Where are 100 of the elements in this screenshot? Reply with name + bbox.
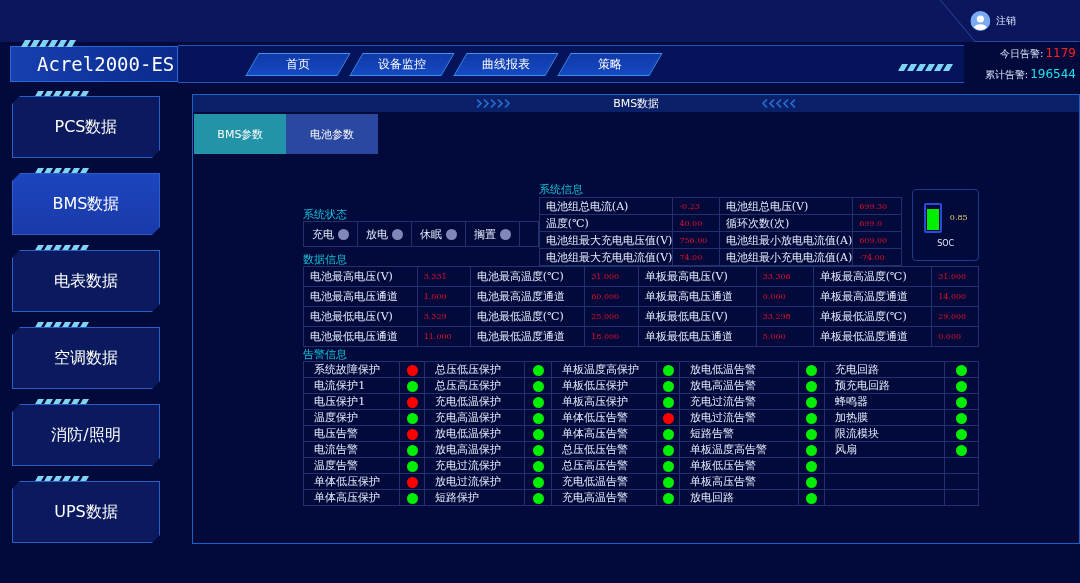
tab[interactable]: BMS参数 xyxy=(194,114,287,154)
table-cell: 限流模块 xyxy=(824,425,945,442)
table-cell: 单板高压告警 xyxy=(679,473,799,490)
section-title: 系统状态 xyxy=(303,209,349,221)
table-cell: 电池组总电流(A) xyxy=(539,197,673,215)
table-cell: 电池最高温度通道 xyxy=(470,286,585,307)
value-cell: 0.000 xyxy=(756,286,814,307)
sidebar-item[interactable]: BMS数据 xyxy=(12,173,160,235)
status-label: 搁置 xyxy=(474,226,497,242)
table-cell: 风扇 xyxy=(824,441,945,458)
table-cell: 电池组最小放电电流值(A) xyxy=(719,231,853,249)
value-cell: 0.000 xyxy=(931,326,979,347)
table-cell: 单板低压告警 xyxy=(679,457,799,474)
table-cell: 电流保护1 xyxy=(303,377,400,394)
value-cell: 609.00 xyxy=(852,231,902,249)
table-cell: 单板最高温度通道 xyxy=(813,286,932,307)
stripes-decoration xyxy=(898,64,956,71)
value-cell: 60.000 xyxy=(584,286,639,307)
nav-tab[interactable]: 曲线报表 xyxy=(453,52,559,76)
table-cell: 充电高温保护 xyxy=(424,409,525,426)
table-cell: 充电低温告警 xyxy=(551,473,657,490)
alarm-count: 1179 xyxy=(1045,46,1076,60)
table-cell: 温度告警 xyxy=(303,457,400,474)
avatar-icon[interactable] xyxy=(969,10,990,31)
status-label: 充电 xyxy=(312,226,335,242)
table-cell: 短路保护 xyxy=(424,489,525,506)
soc-label: SOC xyxy=(937,238,955,248)
table-cell: 电池最低电压通道 xyxy=(303,326,418,347)
value-cell: 5.000 xyxy=(756,326,814,347)
table-cell: 电压保护1 xyxy=(303,393,400,410)
value-cell: 40.00 xyxy=(672,214,720,232)
value-cell: 1.000 xyxy=(417,286,471,307)
section-title: 数据信息 xyxy=(303,254,349,266)
value-cell: 29.000 xyxy=(931,306,979,327)
table-cell: 预充电回路 xyxy=(824,377,945,394)
table-cell: 单板最高电压(V) xyxy=(638,266,757,287)
table-cell: 充电低温保护 xyxy=(424,393,525,410)
table-cell: 总压高压保护 xyxy=(424,377,525,394)
alarm-label: 累计告警: xyxy=(984,68,1029,82)
sidebar-item[interactable]: 电表数据 xyxy=(12,250,160,312)
table-cell: 单板温度高保护 xyxy=(551,361,657,378)
sidebar-item[interactable]: 消防/照明 xyxy=(12,404,160,466)
table-cell: 充电回路 xyxy=(824,361,945,378)
value-cell: 74.00 xyxy=(672,248,720,266)
alarm-label: 今日告警: xyxy=(1000,47,1044,61)
soc-reading: 0.85 xyxy=(949,213,968,222)
table-cell: 单板最高温度(℃) xyxy=(813,266,932,287)
table-cell: 电池组最大充电电流值(V) xyxy=(539,248,673,266)
table-cell: 短路告警 xyxy=(679,425,799,442)
table-cell: 蜂鸣器 xyxy=(824,393,945,410)
battery-icon xyxy=(923,202,942,233)
value-cell: 33.306 xyxy=(756,266,814,287)
panel-title: BMS数据 xyxy=(613,96,660,111)
value-cell: 756.00 xyxy=(672,231,720,249)
table-cell: 电池最高电压(V) xyxy=(303,266,418,287)
table-cell: 单板低压保护 xyxy=(551,377,657,394)
sidebar-item[interactable]: PCS数据 xyxy=(12,96,160,158)
table-cell: 充电高温告警 xyxy=(551,489,657,506)
table-cell: 电池最低温度(℃) xyxy=(470,306,585,327)
value-cell: -74.00 xyxy=(852,248,902,266)
alarm-count: 196544 xyxy=(1030,67,1076,81)
chevrons-icon xyxy=(759,99,796,108)
logout-link[interactable]: 注销 xyxy=(995,13,1016,28)
value-cell: 3.329 xyxy=(417,306,471,327)
table-cell: 放电过流告警 xyxy=(679,409,799,426)
table-cell: 单板最低温度通道 xyxy=(813,326,932,347)
table-cell: 电压告警 xyxy=(303,425,400,442)
value-cell: 14.000 xyxy=(931,286,979,307)
table-cell: 放电低温告警 xyxy=(679,361,799,378)
table-cell: 单体低压告警 xyxy=(551,409,657,426)
table-cell: 单板最低电压(V) xyxy=(638,306,757,327)
stripes-decoration xyxy=(21,40,79,47)
nav-tab[interactable]: 首页 xyxy=(245,52,351,76)
tab[interactable]: 电池参数 xyxy=(286,114,379,154)
nav-tab[interactable]: 设备监控 xyxy=(349,52,455,76)
table-cell: 放电高温告警 xyxy=(679,377,799,394)
logo-text: Acrel2000-ES xyxy=(37,53,176,75)
value-cell: 25.000 xyxy=(584,306,639,327)
table-cell: 电池最低温度通道 xyxy=(470,326,585,347)
section-title: 系统信息 xyxy=(538,183,583,196)
sidebar-item[interactable]: UPS数据 xyxy=(12,481,160,543)
table-cell: 电池组最大充电电压值(V) xyxy=(539,231,673,249)
value-cell: -0.23 xyxy=(672,197,720,215)
table-cell: 电池最高温度(℃) xyxy=(470,266,585,287)
table-cell: 单板高压保护 xyxy=(551,393,657,410)
table-cell: 加热膜 xyxy=(824,409,945,426)
table-cell: 总压低压告警 xyxy=(551,441,657,458)
table-cell: 放电低温保护 xyxy=(424,425,525,442)
table-cell: 单板最低温度(℃) xyxy=(813,306,932,327)
table-cell: 电池最低电压(V) xyxy=(303,306,418,327)
table-cell: 放电回路 xyxy=(679,489,799,506)
value-cell: 33.298 xyxy=(756,306,814,327)
table-cell: 放电高温保护 xyxy=(424,441,525,458)
sidebar-item[interactable]: 空调数据 xyxy=(12,327,160,389)
table-cell: 系统故障保护 xyxy=(303,361,400,378)
table-cell: 放电过流保护 xyxy=(424,473,525,490)
nav-tab[interactable]: 策略 xyxy=(557,52,663,76)
table-cell: 电流告警 xyxy=(303,441,400,458)
value-cell: 3.331 xyxy=(417,266,471,287)
value-cell: 11.000 xyxy=(417,326,471,347)
